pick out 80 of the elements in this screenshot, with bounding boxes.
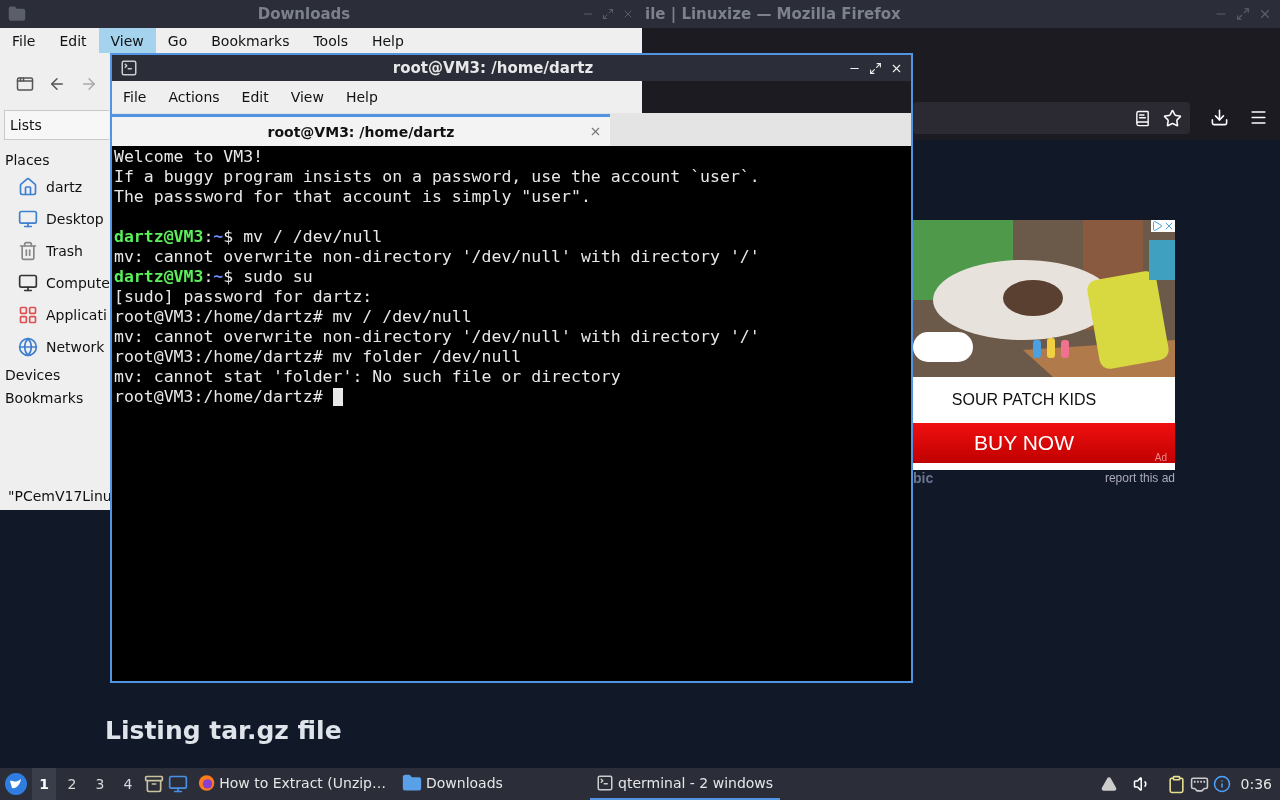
- terminal-icon: [596, 774, 614, 792]
- download-icon[interactable]: [1210, 108, 1229, 127]
- sidebar-section[interactable]: Bookmarks: [5, 386, 84, 409]
- sidebar-item[interactable]: Desktop: [18, 203, 104, 235]
- sidebar-item[interactable]: Trash: [18, 235, 83, 267]
- terminal-icon: [120, 59, 138, 77]
- desktop-switcher[interactable]: 4: [116, 768, 140, 800]
- menu-item[interactable]: File: [0, 28, 48, 53]
- sidebar-section[interactable]: Places: [5, 148, 50, 171]
- grid-icon: [18, 305, 38, 325]
- menu-item[interactable]: Edit: [47, 28, 99, 53]
- window-title: root@VM3: /home/dartz: [392, 59, 594, 77]
- menu-icon[interactable]: [1249, 108, 1268, 127]
- clock: 0:36: [1240, 776, 1272, 792]
- folder-icon: [8, 5, 26, 23]
- terminal-line: If a buggy program insists on a password, use the account `user`.: [114, 167, 760, 187]
- browser-logo-icon: [198, 773, 216, 793]
- text-fragment: bic: [913, 470, 934, 486]
- menu-item[interactable]: Tools: [301, 28, 360, 53]
- section-heading: Listing tar.gz file: [105, 716, 342, 745]
- terminal-line: dartz@VM3:~$ mv / /dev/null: [114, 227, 383, 247]
- notification-icon[interactable]: [1212, 775, 1231, 793]
- terminal-line: mv: cannot overwrite non-directory '/dev/null' with directory '/': [114, 327, 760, 347]
- home-icon: [18, 177, 38, 197]
- ad-label: Ad: [1154, 452, 1167, 463]
- maximize-icon[interactable]: [869, 61, 882, 75]
- menu-item[interactable]: Help: [359, 28, 416, 53]
- terminal-line: root@VM3:/home/dartz# mv / /dev/null: [114, 307, 472, 327]
- monitor-icon: [18, 209, 38, 229]
- ad-brand: SOUR PATCH KIDS: [950, 390, 1098, 410]
- address-bar[interactable]: [913, 102, 1190, 134]
- globe-icon: [18, 337, 38, 357]
- menu-item[interactable]: View: [98, 28, 156, 53]
- terminal-line: root@VM3:/home/dartz# mv folder /dev/null: [114, 347, 522, 367]
- menu-item[interactable]: File: [112, 81, 158, 113]
- report-ad-link[interactable]: report this ad: [1104, 471, 1175, 485]
- start-menu-icon[interactable]: [4, 772, 28, 796]
- window-title: ile | Linuxize — Mozilla Firefox: [645, 5, 901, 23]
- sidebar-section[interactable]: Devices: [5, 363, 61, 386]
- view-selector[interactable]: Lists: [4, 110, 109, 140]
- eject-icon[interactable]: [1100, 776, 1117, 792]
- reader-view-icon[interactable]: [1134, 109, 1151, 127]
- buy-now-button[interactable]: BUY NOW Ad: [913, 423, 1175, 463]
- taskbar-task[interactable]: qterminal - 2 windows: [590, 768, 780, 800]
- terminal-tab[interactable]: root@VM3: /home/dartz: [112, 114, 610, 146]
- terminal-line: dartz@VM3:~$ sudo su: [114, 267, 313, 287]
- trash-icon: [18, 241, 38, 261]
- menu-item[interactable]: Bookmarks: [199, 28, 302, 53]
- desktop-switcher[interactable]: 3: [88, 768, 112, 800]
- status-text: "PCemV17Linu: [8, 487, 112, 506]
- menu-item[interactable]: Actions: [157, 81, 231, 113]
- menu-item[interactable]: Help: [334, 81, 389, 113]
- clipboard-icon[interactable]: [1166, 774, 1186, 794]
- sidebar-item[interactable]: Applicati: [18, 299, 107, 331]
- menu-item[interactable]: Edit: [230, 81, 280, 113]
- terminal-line: [sudo] password for dartz:: [114, 287, 373, 307]
- menu-item[interactable]: Go: [155, 28, 200, 53]
- back-icon[interactable]: [48, 75, 66, 93]
- taskbar-task[interactable]: How to Extract (Unzip…: [192, 768, 392, 800]
- network-icon[interactable]: [1189, 774, 1209, 794]
- desktop-switcher[interactable]: 1: [32, 768, 56, 800]
- terminal-line: mv: cannot overwrite non-directory '/dev/null' with directory '/': [114, 247, 760, 267]
- terminal-line: Welcome to VM3!: [114, 147, 263, 167]
- sidebar-item[interactable]: dartz: [18, 171, 83, 203]
- terminal-line: The passsword for that account is simply "user".: [114, 187, 591, 207]
- terminal-line: mv: cannot stat 'folder': No such file or directory: [114, 367, 621, 387]
- desktop-switcher[interactable]: 2: [60, 768, 84, 800]
- sidebar-item[interactable]: Network: [18, 331, 105, 363]
- folder-icon: [402, 773, 422, 793]
- monitor-icon: [18, 273, 38, 293]
- file-cabinet-icon[interactable]: [144, 774, 164, 794]
- terminal-line: root@VM3:/home/dartz#: [114, 387, 323, 407]
- ad-choices-icon[interactable]: [1151, 220, 1175, 232]
- star-icon[interactable]: [1163, 108, 1182, 128]
- new-window-icon[interactable]: [16, 75, 34, 93]
- sidebar-item[interactable]: Compute: [18, 267, 110, 299]
- menu-item[interactable]: View: [279, 81, 335, 113]
- window-title: Downloads: [257, 5, 351, 23]
- desktop-icon[interactable]: [168, 774, 188, 794]
- taskbar-task[interactable]: Downloads: [396, 768, 586, 800]
